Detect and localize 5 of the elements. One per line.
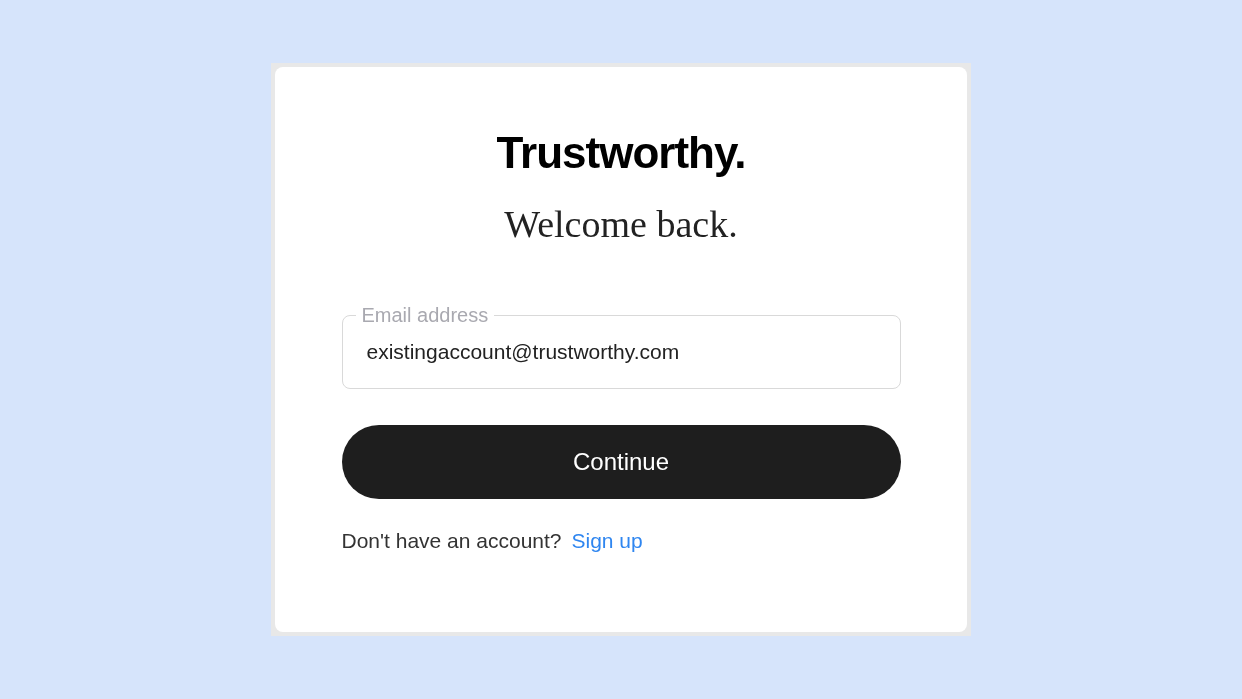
signup-prompt: Don't have an account?: [341, 528, 562, 554]
heading: Welcome back.: [504, 202, 738, 247]
logo: Trustworthy.: [496, 127, 746, 179]
continue-button[interactable]: Continue: [341, 425, 901, 499]
signup-link[interactable]: Sign up: [571, 525, 643, 557]
